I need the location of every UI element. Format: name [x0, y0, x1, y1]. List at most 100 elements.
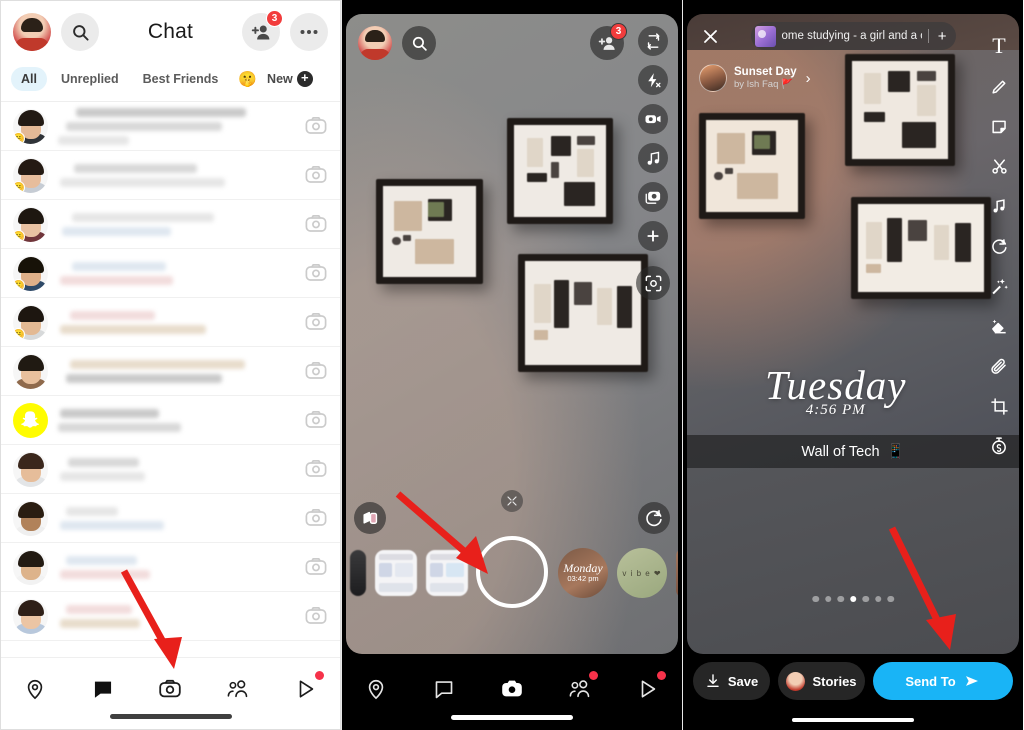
- multi-snap-icon[interactable]: [638, 182, 668, 212]
- day-time-sticker[interactable]: Tuesday 4:56 PM: [765, 365, 906, 419]
- chat-row[interactable]: 😐: [1, 298, 340, 347]
- add-friend-icon[interactable]: 3: [590, 23, 627, 60]
- lens-thumb-1[interactable]: [375, 550, 417, 596]
- row-camera-icon[interactable]: [304, 212, 328, 236]
- close-icon[interactable]: [697, 23, 723, 49]
- row-camera-icon[interactable]: [304, 506, 328, 530]
- lens-vibe[interactable]: v i b e ❤: [617, 548, 667, 598]
- carousel-dot[interactable]: [837, 595, 844, 602]
- chat-row[interactable]: [1, 543, 340, 592]
- sound-attribution[interactable]: Sunset Day by Ish Faq 🚩 ›: [699, 64, 811, 92]
- row-camera-icon[interactable]: [304, 163, 328, 187]
- map-pin-icon[interactable]: [356, 672, 396, 706]
- chat-row[interactable]: [1, 396, 340, 445]
- send-arrow-icon: [965, 676, 978, 686]
- magic-wand-icon[interactable]: [985, 272, 1013, 300]
- chevron-right-icon[interactable]: ›: [806, 70, 811, 87]
- more-options-icon[interactable]: [290, 13, 328, 51]
- row-camera-icon[interactable]: [304, 310, 328, 334]
- chat-bubble-icon[interactable]: [83, 672, 123, 706]
- camera-viewfinder[interactable]: 3 Monday 03:42 pm v i b e ❤: [346, 14, 678, 654]
- lens-monday-label: Monday: [563, 560, 603, 575]
- search-icon[interactable]: [402, 26, 436, 60]
- row-camera-icon[interactable]: [304, 261, 328, 285]
- search-icon[interactable]: [61, 13, 99, 51]
- night-video-icon[interactable]: [638, 104, 668, 134]
- editor-top-bar: ome studying - a girl and a cat +: [687, 14, 1019, 58]
- tab-best-friends[interactable]: Best Friends: [133, 67, 229, 91]
- row-camera-icon[interactable]: [304, 604, 328, 628]
- lens-explore-icon[interactable]: [354, 502, 386, 534]
- plus-icon[interactable]: [638, 221, 668, 251]
- tab-emoji-shush[interactable]: 🤫: [232, 70, 263, 88]
- pencil-icon[interactable]: [985, 72, 1013, 100]
- scan-icon[interactable]: [636, 266, 670, 300]
- carousel-dot[interactable]: [849, 595, 857, 602]
- carousel-dot[interactable]: [874, 595, 882, 602]
- timer-icon[interactable]: [985, 432, 1013, 460]
- text-icon[interactable]: T: [985, 32, 1013, 60]
- play-icon[interactable]: [628, 671, 668, 706]
- friends-icon[interactable]: [218, 672, 258, 706]
- row-camera-icon[interactable]: [304, 555, 328, 579]
- chat-list[interactable]: 😐 😐 😐 🙂 😐: [1, 102, 340, 647]
- crop-icon[interactable]: [985, 392, 1013, 420]
- caption-text-bar[interactable]: Wall of Tech 📱: [687, 435, 1019, 468]
- add-friend-badge: 3: [610, 23, 627, 40]
- chat-row[interactable]: 😐: [1, 200, 340, 249]
- row-camera-icon[interactable]: [304, 457, 328, 481]
- tab-all[interactable]: All: [11, 67, 47, 91]
- chat-row[interactable]: [1, 494, 340, 543]
- send-to-button[interactable]: Send To: [873, 662, 1013, 700]
- stories-button[interactable]: Stories: [778, 662, 865, 700]
- row-camera-icon[interactable]: [304, 359, 328, 383]
- profile-avatar[interactable]: [358, 26, 392, 60]
- lens-monday[interactable]: Monday 03:42 pm: [558, 548, 608, 598]
- profile-avatar[interactable]: [13, 13, 51, 51]
- sticker-icon[interactable]: [985, 112, 1013, 140]
- music-track-pill[interactable]: ome studying - a girl and a cat +: [750, 22, 956, 50]
- flash-off-icon[interactable]: [638, 65, 668, 95]
- map-pin-icon[interactable]: [15, 672, 55, 706]
- status-emoji: 😐: [13, 229, 25, 242]
- lens-discover-icon[interactable]: [638, 502, 670, 534]
- filter-carousel-dots[interactable]: [812, 595, 894, 602]
- add-music-button[interactable]: +: [935, 29, 950, 44]
- camera-icon[interactable]: [492, 672, 532, 706]
- redacted-line: [72, 212, 214, 222]
- chat-bubble-icon[interactable]: [424, 672, 464, 706]
- chat-row[interactable]: [1, 445, 340, 494]
- carousel-dot[interactable]: [887, 595, 894, 602]
- eraser-icon[interactable]: [985, 312, 1013, 340]
- lens-thumb-6[interactable]: [676, 548, 678, 598]
- lens-thumb-0[interactable]: [350, 550, 366, 596]
- lens-thumb-2[interactable]: [426, 550, 468, 596]
- paperclip-icon[interactable]: [985, 352, 1013, 380]
- chat-row[interactable]: 😐: [1, 151, 340, 200]
- collapse-icon[interactable]: [501, 490, 523, 512]
- shutter-button[interactable]: [476, 536, 548, 608]
- carousel-dot[interactable]: [862, 595, 869, 602]
- avatar: [13, 549, 48, 585]
- chat-row[interactable]: [1, 592, 340, 641]
- chat-row[interactable]: 🙂: [1, 249, 340, 298]
- music-note-icon[interactable]: [638, 143, 668, 173]
- friends-icon[interactable]: [560, 671, 600, 706]
- chat-row[interactable]: 😐: [1, 102, 340, 151]
- tab-unreplied[interactable]: Unreplied: [51, 67, 129, 91]
- carousel-dot[interactable]: [812, 595, 819, 602]
- scissors-icon[interactable]: [985, 152, 1013, 180]
- row-camera-icon[interactable]: [304, 408, 328, 432]
- lens-icon[interactable]: [985, 232, 1013, 260]
- carousel-dot[interactable]: [824, 595, 832, 602]
- camera-nav-button[interactable]: [150, 672, 190, 706]
- flip-camera-icon[interactable]: [638, 26, 668, 56]
- tab-new[interactable]: New +: [267, 71, 313, 87]
- chat-row[interactable]: [1, 347, 340, 396]
- music-note-icon[interactable]: [985, 192, 1013, 220]
- save-button[interactable]: Save: [693, 662, 770, 700]
- redacted-conversation-text: [58, 408, 294, 432]
- play-icon[interactable]: [286, 671, 326, 706]
- row-camera-icon[interactable]: [304, 114, 328, 138]
- add-friend-icon[interactable]: 3: [242, 10, 283, 51]
